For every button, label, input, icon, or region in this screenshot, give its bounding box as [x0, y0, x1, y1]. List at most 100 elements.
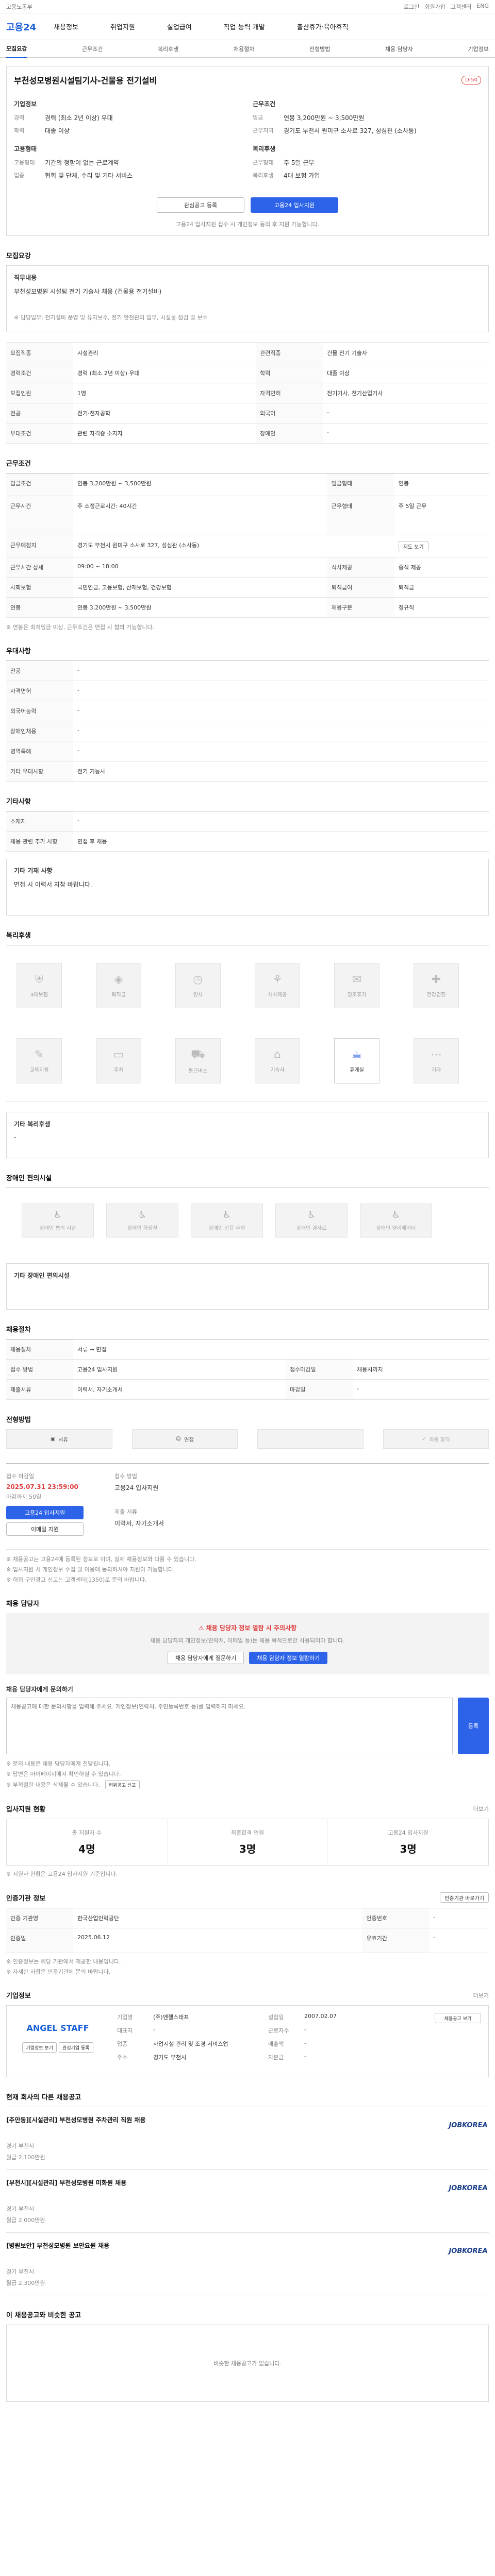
- report-button[interactable]: 허위공고 신고: [105, 1780, 140, 1789]
- source-badge: JOBKOREA: [449, 2121, 488, 2129]
- lang-link[interactable]: ENG: [476, 3, 489, 11]
- section-title: 전형방법: [6, 1416, 31, 1424]
- tab-method[interactable]: 전형방법: [309, 45, 330, 53]
- section-title: 기업정보: [6, 1992, 31, 2000]
- tab-process[interactable]: 채용절차: [234, 45, 254, 53]
- company-jobs-button[interactable]: 채용공고 보기: [435, 2013, 481, 2023]
- tab-company[interactable]: 기업정보: [468, 45, 488, 53]
- list-item[interactable]: [주안동][시설관리] 부천성모병원 주차관리 직원 채용 경기 부천시 월급 2,…: [6, 2107, 489, 2170]
- tab-contact[interactable]: 채용 담당자: [385, 45, 413, 53]
- welfare-label: 휴게실: [350, 1067, 364, 1073]
- preference-section: 우대사항 전공 - 자격면허 - 외국어능력 - 장애인채용 - 병역특례 - 기타 우대…: [6, 646, 489, 782]
- condition-summary: 근무조건 임금 연봉 3,200만원 ~ 3,500만원 근무지역 경기도 부천시 …: [253, 100, 417, 179]
- condition-table: 임금조건 연봉 3,200만원 ~ 3,500만원 임금형태 연봉 근무시간 주 소정근…: [6, 473, 489, 618]
- doc-icon: ▣: [50, 1436, 56, 1442]
- other-jobs-list: [주안동][시설관리] 부천성모병원 주차관리 직원 채용 경기 부천시 월급 2,…: [6, 2107, 489, 2295]
- view-contact-button[interactable]: 채용 담당자 정보 열람하기: [249, 1652, 328, 1664]
- list-item[interactable]: [부천시][시설관리] 부천성모병원 미화원 채용 경기 부천시 월급 2,000만…: [6, 2170, 489, 2232]
- fav-company-button[interactable]: 관심기업 등록: [59, 2042, 93, 2053]
- menu-item[interactable]: 채용정보: [54, 22, 78, 31]
- map-button[interactable]: 지도 보기: [398, 541, 428, 551]
- save-job-button[interactable]: 관심공고 등록: [157, 197, 244, 213]
- main-nav: 고용24 채용정보 취업지원 실업급여 직업 능력 개발 출산휴가·육아휴직: [0, 13, 495, 40]
- disability-section: 장애인 편의시설 ♿ 장애인 편의 시설 ♿ 장애인 화장실 ♿ 장애인 전용 주차 ♿ 장애…: [6, 1173, 489, 1310]
- method-section: 전형방법 ▣ 서류 ☺ 면접 ✓ 최종 합격 접수 마감일 2025.07.31 23…: [6, 1414, 489, 1584]
- welfare-label: 식사제공: [268, 992, 287, 998]
- menu-item[interactable]: 출산휴가·육아휴직: [297, 22, 349, 31]
- step-card: [257, 1429, 364, 1449]
- tab-condition[interactable]: 근무조건: [82, 45, 103, 53]
- facility-item: ♿ 장애인 화장실: [106, 1204, 178, 1238]
- welfare-grid: ⛨ 4대보험 ◈ 퇴직금 ◷ 연차 ⚘ 식사제공 ✉ 경조휴가 ✚ 건강검진 ✎ 교육지원 ▭ 주차 ⛟ 통근버스…: [6, 945, 489, 1101]
- welfare-item: ⛟ 통근버스: [175, 1038, 221, 1083]
- section-title: 채용 담당자: [6, 1600, 40, 1608]
- table-row: 근무예정지 경기도 부천시 원미구 소사로 327, 성심관 (소사동) 지도 보기: [6, 535, 489, 557]
- welfare-icon: ◷: [193, 973, 203, 986]
- table-row: 연봉 연봉 3,200만원 ~ 3,500만원 채용구분 정규직: [6, 597, 489, 618]
- company-side-buttons: 채용공고 보기: [435, 2013, 481, 2070]
- apply-button[interactable]: 고용24 입사지원: [251, 197, 338, 213]
- disability-grid: ♿ 장애인 편의 시설 ♿ 장애인 화장실 ♿ 장애인 전용 주차 ♿ 장애인 경사로 ♿ 장애인…: [6, 1188, 489, 1253]
- warning-icon: ⚠: [198, 1624, 206, 1632]
- other-section: 기타사항 소재지 - 채용 관련 추가 사항 면접 후 채용 기타 기재 사항 면접…: [6, 796, 489, 916]
- accessibility-icon: ♿: [307, 1210, 316, 1221]
- step-card: ✓ 최종 합격: [383, 1429, 489, 1449]
- dday-badge: D-50: [461, 75, 481, 84]
- company-logo: ANGEL STAFF: [26, 2023, 89, 2033]
- section-title: 근무조건: [6, 460, 31, 468]
- stat-apply: 고용24 입사지원 3명: [327, 1819, 488, 1865]
- other-detail: 기타 기재 사항 면접 시 이력서 지참 바랍니다.: [6, 859, 489, 916]
- facility-label: 장애인 편의 시설: [39, 1226, 76, 1231]
- welfare-label: 4대보험: [30, 992, 48, 998]
- menu-item[interactable]: 실업급여: [167, 22, 192, 31]
- job-summary: 부천성모병원시설팀기사-건물용 전기설비 D-50 기업정보 경력 경력 (최소 …: [6, 66, 489, 236]
- welfare-label: 퇴직금: [111, 992, 126, 998]
- welfare-label: 경조휴가: [347, 992, 367, 998]
- method-steps: ▣ 서류 ☺ 면접 ✓ 최종 합격: [6, 1429, 489, 1449]
- cert-table: 인증 기관명 한국산업인력공단 인증번호 - 인증일 2025.06.12 유효기간 -: [6, 1908, 489, 1953]
- inquiry-block: 채용 담당자에게 문의하기 등록 ※ 문의 내용은 채용 담당자에게 전달됩니다…: [6, 1685, 489, 1789]
- welfare-label: 기타: [431, 1067, 441, 1073]
- ask-contact-button[interactable]: 채용 담당자에게 질문하기: [167, 1652, 244, 1664]
- welfare-icon: ☕: [352, 1048, 362, 1061]
- table-row: 경력조건 경력 (최소 2년 이상) 우대 학력 대졸 이상: [6, 363, 489, 383]
- list-item[interactable]: [병원보안] 부천성모병원 보안요원 채용 경기 부천시 월급 2,300만원 JO…: [6, 2232, 489, 2295]
- tab-welfare[interactable]: 복리후생: [158, 45, 178, 53]
- signup-link[interactable]: 회원가입: [424, 3, 445, 11]
- stat-final: 최종합격 인원 3명: [167, 1819, 328, 1865]
- menu-item[interactable]: 취업지원: [110, 22, 135, 31]
- company-details: 기업명 (주)엔젤스태프 설립일 2007.02.07 대표자 - 근로자수 - 업종 사…: [117, 2013, 337, 2061]
- facility-item: ♿ 장애인 전용 주차: [191, 1204, 263, 1238]
- table-row: 모집직종 시설관리 관련직종 건물 전기 기술자: [6, 343, 489, 363]
- facility-label: 장애인 경사로: [296, 1226, 327, 1231]
- deadline: 2025.07.31 23:59:00: [6, 1483, 78, 1490]
- section-title: 채용절차: [6, 1326, 31, 1334]
- duty-box: 직무내용 부천성모병원 시설팀 전기 기술사 채용 (건물용 전기설비) ※ 담…: [6, 265, 489, 332]
- main-menu: 채용정보 취업지원 실업급여 직업 능력 개발 출산휴가·육아휴직: [54, 22, 348, 31]
- company-more-link[interactable]: 더보기: [473, 1991, 489, 1999]
- welfare-icon: ⋯: [431, 1048, 442, 1061]
- tab-recruit[interactable]: 모집요강: [6, 40, 27, 58]
- help-link[interactable]: 고객센터: [451, 3, 471, 11]
- login-link[interactable]: 로그인: [404, 3, 419, 11]
- company-info-button[interactable]: 기업정보 보기: [22, 2042, 57, 2053]
- apply-button[interactable]: 고용24 입사지원: [6, 1506, 84, 1519]
- table-row: 근무시간 주 소정근로시간: 40시간 근무형태 주 5일 근무: [6, 496, 489, 535]
- gov-label: 고용노동부: [6, 3, 32, 10]
- stats-more-link[interactable]: 더보기: [473, 1805, 489, 1813]
- section-title: 현재 회사의 다른 채용공고: [6, 2094, 81, 2102]
- inquiry-submit-button[interactable]: 등록: [458, 1698, 489, 1754]
- apply-panel: 접수 마감일 2025.07.31 23:59:00 마감까지 50일 고용24…: [6, 1463, 489, 1536]
- site-logo[interactable]: 고용24: [6, 20, 36, 33]
- alert-title: ⚠ 채용 담당자 정보 열람 시 주의사항: [198, 1624, 297, 1632]
- other-table: 소재지 - 채용 관련 추가 사항 면접 후 채용: [6, 811, 489, 852]
- cert-link-button[interactable]: 인증기관 바로가기: [440, 1892, 489, 1903]
- section-title: 이 채용공고와 비슷한 공고: [6, 2312, 81, 2319]
- accessibility-icon: ♿: [138, 1210, 147, 1221]
- welfare-section: 복리후생 ⛨ 4대보험 ◈ 퇴직금 ◷ 연차 ⚘ 식사제공 ✉ 경조휴가 ✚ 건강검진 ✎ 교육지원 ▭ 주차…: [6, 930, 489, 1158]
- company-card: ANGEL STAFF 기업정보 보기 관심기업 등록 기업명 (주)엔젤스태프 …: [6, 2005, 489, 2077]
- email-apply-button[interactable]: 이메일 지원: [6, 1522, 84, 1536]
- inquiry-input[interactable]: [6, 1698, 453, 1754]
- apply-notice: 고용24 입사지원 접수 시 개인정보 동의 후 지원 가능합니다.: [175, 221, 320, 228]
- menu-item[interactable]: 직업 능력 개발: [224, 22, 265, 31]
